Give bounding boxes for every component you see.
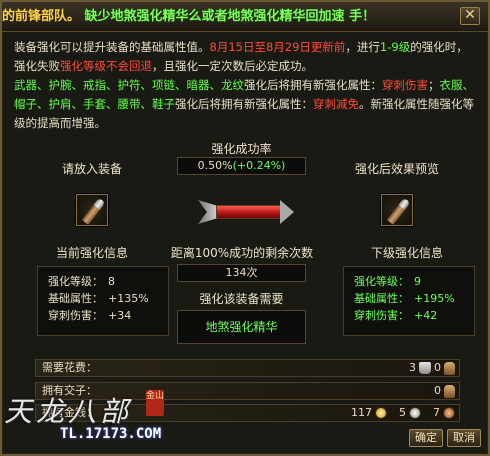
money-bag-icon	[444, 361, 455, 375]
arrow-head	[280, 200, 294, 224]
confirm-button[interactable]: 确定	[409, 429, 443, 447]
watermark-url: TL.17173.COM	[60, 426, 162, 442]
gold-coin-icon	[375, 407, 387, 419]
cost-bag: 0	[434, 361, 441, 374]
base-key: 基础属性：	[354, 292, 409, 305]
token-value: 0	[434, 384, 441, 397]
cost-label: 需要花费：	[42, 361, 97, 374]
title-bar: 的前锋部队。 缺少地煞强化精华么或者地煞强化精华回加速 手！ ✕	[2, 2, 488, 32]
level-key: 强化等级：	[48, 275, 103, 288]
description: 装备强化可以提升装备的基础属性值。8月15日至8月29日更新前，进行1-9级的强…	[14, 38, 476, 133]
next-info-label: 下级强化信息	[370, 246, 443, 260]
base-value: +135%	[108, 292, 149, 305]
base-key: 基础属性：	[48, 292, 103, 305]
token-values: 0	[434, 383, 455, 399]
requirement-label: 强化该装备需要	[199, 292, 284, 306]
cancel-button[interactable]: 取消	[447, 429, 481, 447]
money-bag-icon	[444, 384, 455, 398]
pierce-key: 穿刺伤害：	[48, 309, 103, 322]
desc-pierce-damage: 穿刺伤害	[382, 78, 428, 92]
preview-label: 强化后效果预览	[354, 162, 439, 176]
level-value: 8	[108, 275, 115, 288]
gold-row: 拥有金钱： 117 5 7	[35, 404, 460, 422]
gold-values: 117 5 7	[351, 405, 455, 421]
pierce-value: +34	[108, 309, 132, 322]
enhance-window: 的前锋部队。 缺少地煞强化精华么或者地煞强化精华回加速 手！ ✕ 装备强化可以提…	[0, 0, 490, 456]
silver-amount: 5	[399, 406, 406, 419]
copper-coin-icon	[443, 407, 455, 419]
level-value: 9	[414, 275, 421, 288]
level-key: 强化等级：	[354, 275, 409, 288]
token-row: 拥有交子： 0	[35, 382, 460, 400]
current-info-box: 强化等级： 8 基础属性： +135% 穿刺伤害： +34	[37, 266, 169, 336]
desc-pierce-reduce: 穿刺减免	[313, 97, 359, 111]
pierce-key: 穿刺伤害：	[354, 309, 409, 322]
success-rate-box: 0.50%(+0.24%)	[177, 157, 306, 175]
requirement-item: 地煞强化精华	[177, 310, 306, 344]
next-info-box: 强化等级： 9 基础属性： +195% 穿刺伤害： +42	[343, 266, 475, 336]
current-info-label: 当前强化信息	[55, 246, 128, 260]
desc-level-range: 1-9级	[379, 40, 411, 54]
hammer-icon	[81, 199, 105, 225]
remaining-label: 距离100%成功的剩余次数	[170, 246, 314, 260]
scrolling-notice: 的前锋部队。 缺少地煞强化精华么或者地煞强化精华回加速 手！	[2, 7, 452, 27]
desc-text: 装备强化可以提升装备的基础属性值。	[14, 40, 210, 54]
desc-text: ，进行	[345, 40, 380, 54]
success-rate-value: 0.50%	[197, 159, 233, 172]
hammer-icon	[386, 199, 410, 225]
token-label: 拥有交子：	[42, 384, 97, 397]
cost-silver: 3	[409, 361, 416, 374]
enhance-arrow-icon	[198, 199, 296, 225]
success-rate-label: 强化成功率	[211, 142, 272, 156]
notice-left: 的前锋部队。	[2, 9, 81, 24]
copper-amount: 7	[433, 406, 440, 419]
silver-coin-icon	[409, 407, 421, 419]
remaining-count: 134次	[177, 264, 306, 282]
put-in-label: 请放入装备	[61, 162, 122, 176]
close-button[interactable]: ✕	[460, 7, 480, 25]
desc-text: ；	[428, 78, 440, 92]
gold-label: 拥有金钱：	[42, 406, 97, 419]
equipment-input-slot[interactable]	[76, 194, 108, 226]
desc-text: 强化后将拥有新强化属性：	[244, 78, 382, 92]
desc-text: 强化后将拥有新强化属性：	[175, 97, 313, 111]
desc-text: ，且强化一定次数后必定成功。	[152, 59, 313, 73]
arrow-tail	[198, 200, 218, 224]
silver-ingot-icon	[419, 362, 431, 374]
cost-row: 需要花费： 3 0	[35, 359, 460, 377]
arrow-bar	[216, 205, 282, 219]
pierce-value: +42	[414, 309, 438, 322]
desc-weapon-list: 武器、护腕、戒指、护符、项链、暗器、龙纹	[14, 78, 244, 92]
equipment-preview-slot	[381, 194, 413, 226]
desc-no-downgrade: 强化等级不会回退	[60, 59, 152, 73]
base-value: +195%	[414, 292, 455, 305]
gold-amount: 117	[351, 406, 372, 419]
success-rate-bonus: (+0.24%)	[232, 159, 286, 172]
desc-date: 8月15日至8月29日更新前	[209, 40, 346, 54]
notice-right: 缺少地煞强化精华么或者地煞强化精华回加速 手！	[84, 9, 376, 24]
cost-values: 3 0	[409, 360, 455, 376]
